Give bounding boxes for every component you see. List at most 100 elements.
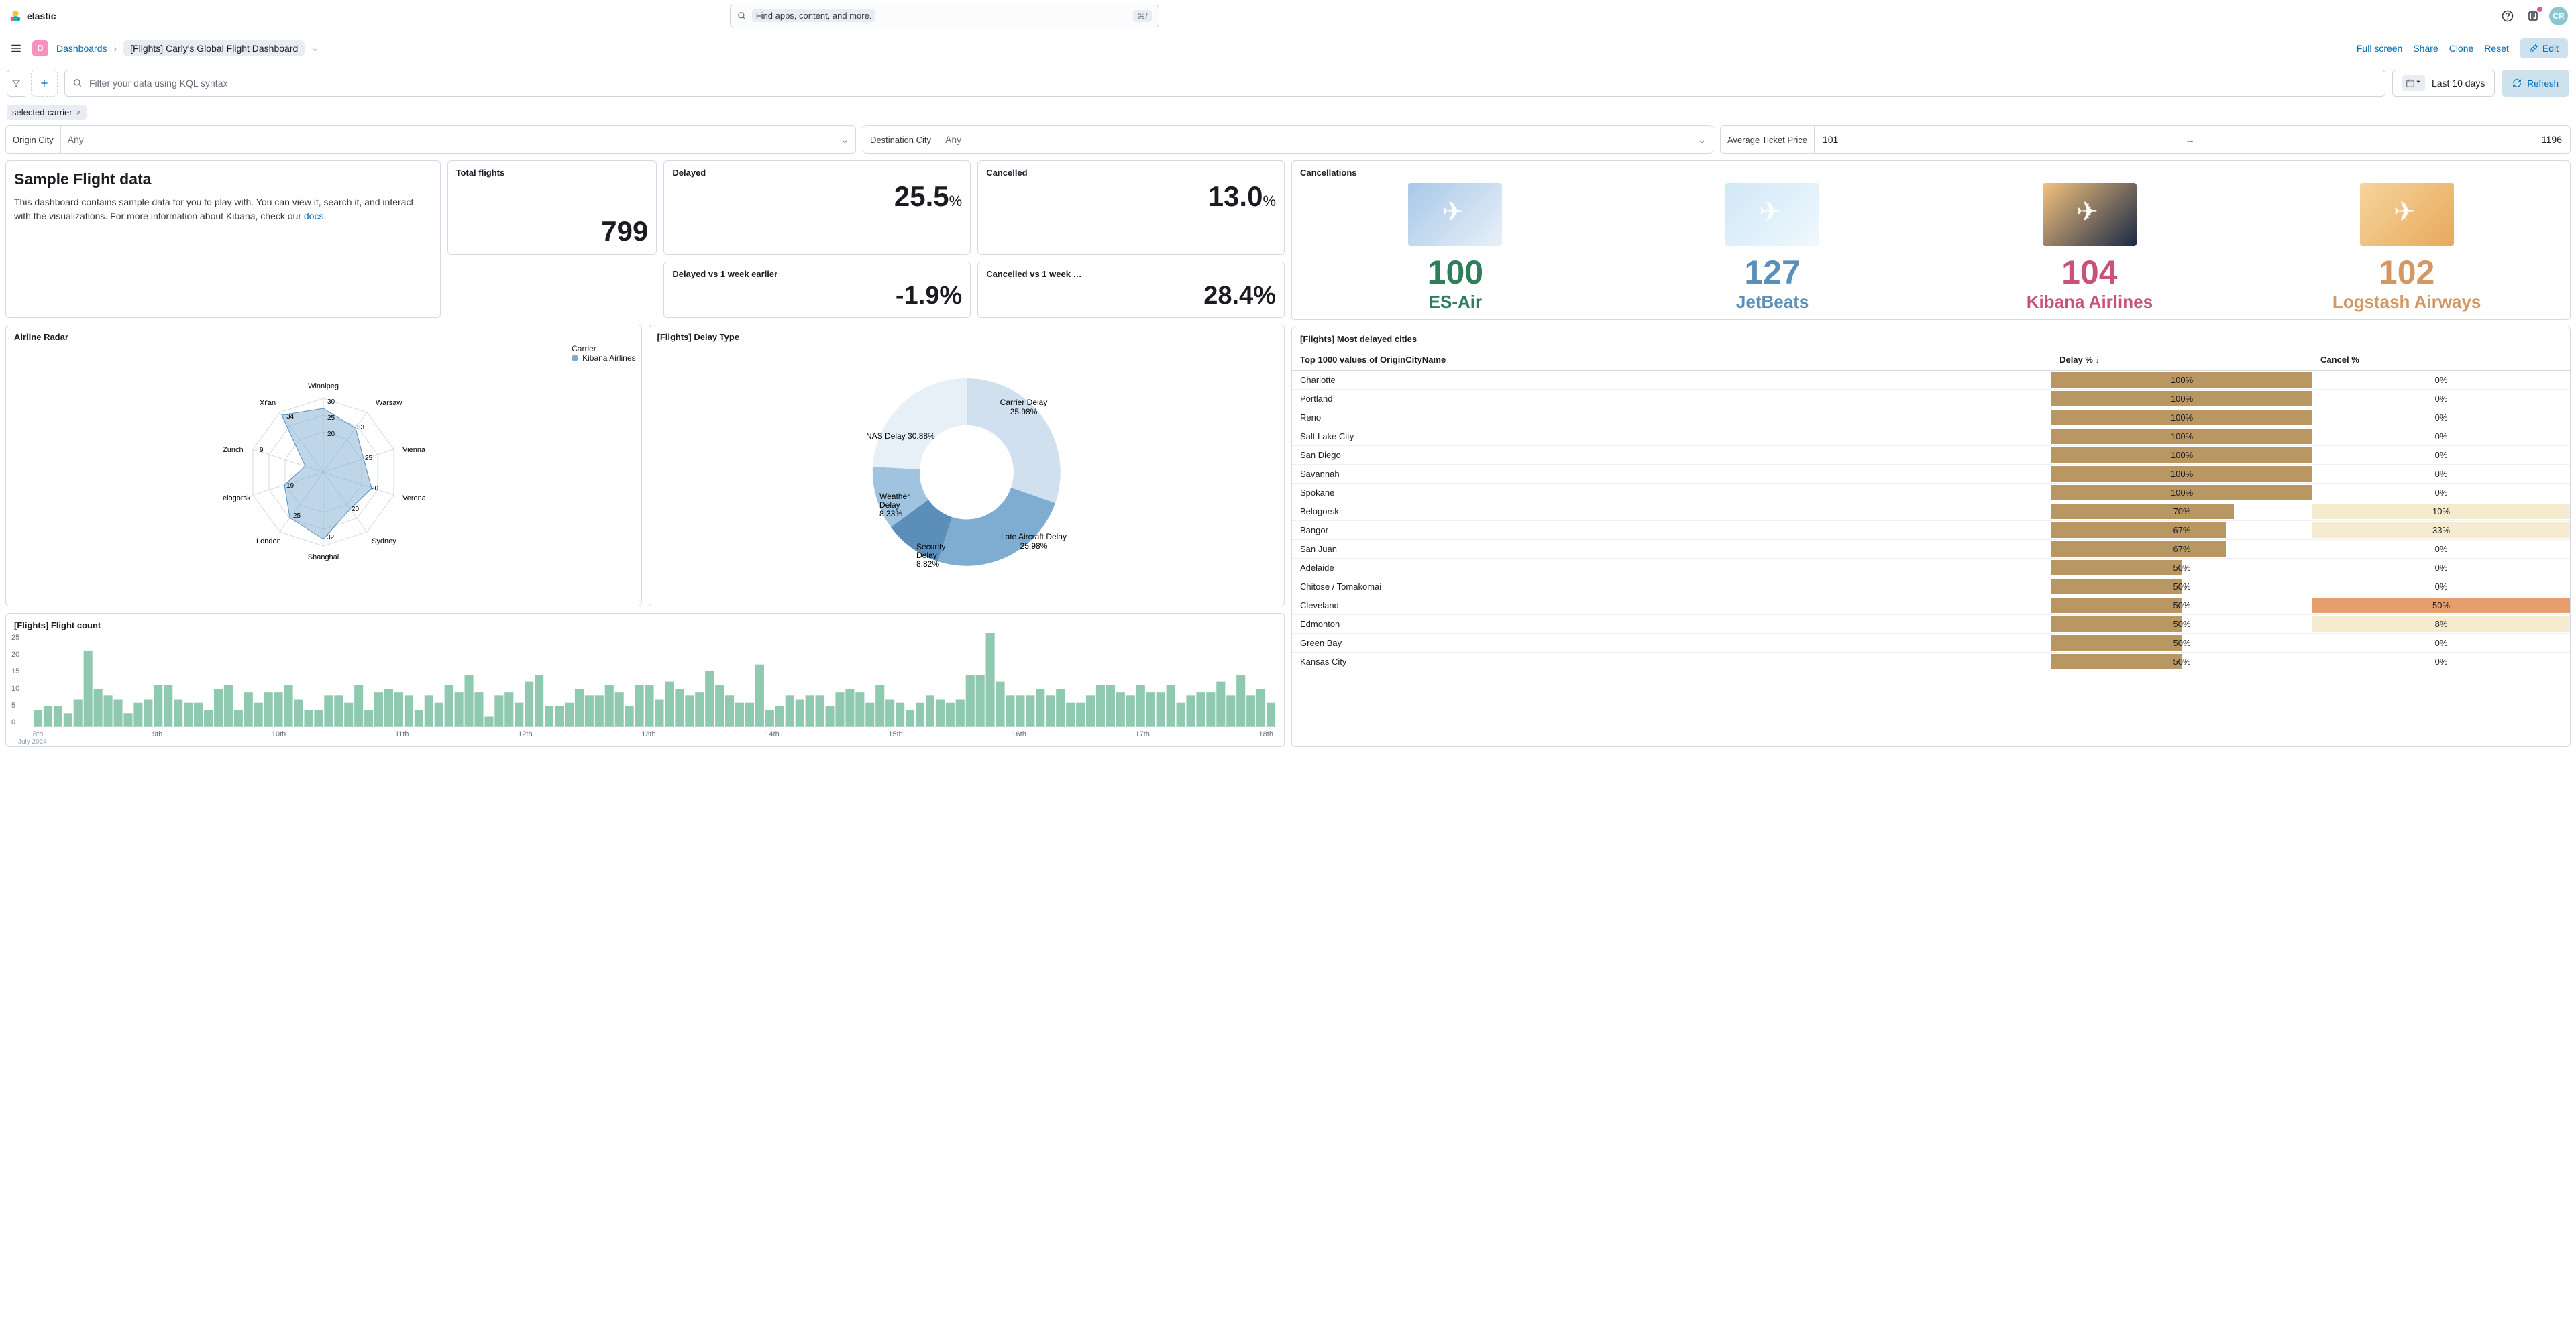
price-min: 101 — [1823, 134, 1838, 145]
delayed-value: 25.5% — [672, 180, 962, 213]
cancelled-vs-card: Cancelled vs 1 week … 28.4% — [977, 262, 1285, 318]
charts-row: Airline Radar Carrier Kibana Airlines Wi — [5, 325, 1285, 606]
cancel-item[interactable]: 100 ES-Air — [1300, 183, 1611, 313]
table-row[interactable]: Edmonton 50% 8% — [1292, 615, 2570, 634]
table-row[interactable]: Spokane 100% 0% — [1292, 484, 2570, 502]
close-icon[interactable]: × — [76, 107, 82, 117]
svg-text:Delay: Delay — [879, 500, 900, 510]
sample-title: Sample Flight data — [14, 170, 432, 188]
app-badge[interactable]: D — [32, 40, 48, 56]
table-row[interactable]: San Juan 67% 0% — [1292, 540, 2570, 559]
delayed-vs-card: Delayed vs 1 week earlier -1.9% — [663, 262, 971, 318]
svg-text:32: 32 — [327, 534, 335, 541]
cancel-count: 104 — [1935, 253, 2245, 292]
right-column: Cancellations 100 ES-Air 127 JetBeats 10… — [1291, 160, 2571, 747]
elastic-logo-icon — [8, 9, 23, 23]
svg-text:20: 20 — [352, 506, 360, 513]
carrier-image — [2043, 183, 2137, 246]
delayed-cities-card: [Flights] Most delayed cities Top 1000 v… — [1291, 327, 2571, 747]
breadcrumb-dashboards[interactable]: Dashboards — [56, 43, 107, 54]
city-cell: Green Bay — [1292, 634, 2051, 653]
calendar-icon — [2402, 75, 2425, 91]
kql-input[interactable]: Filter your data using KQL syntax — [64, 70, 2385, 97]
svg-text:Xi'an: Xi'an — [260, 399, 276, 407]
cancel-cell: 10% — [2312, 502, 2570, 521]
delay-cell: 67% — [2051, 540, 2312, 559]
clone-button[interactable]: Clone — [2449, 43, 2474, 54]
table-row[interactable]: Kansas City 50% 0% — [1292, 653, 2570, 671]
svg-text:25: 25 — [365, 455, 373, 462]
svg-text:London: London — [256, 537, 281, 545]
svg-text:Winnipeg: Winnipeg — [308, 382, 339, 390]
city-cell: Adelaide — [1292, 559, 2051, 577]
table-row[interactable]: Charlotte 100% 0% — [1292, 371, 2570, 390]
city-cell: Charlotte — [1292, 371, 2051, 390]
cancel-item[interactable]: 102 Logstash Airways — [2251, 183, 2562, 313]
cancel-item[interactable]: 104 Kibana Airlines — [1935, 183, 2245, 313]
origin-city-control[interactable]: Origin City Any⌄ — [5, 125, 856, 154]
col-city[interactable]: Top 1000 values of OriginCityName — [1292, 349, 2051, 371]
nav-toggle-icon[interactable] — [8, 39, 24, 58]
sort-desc-icon: ↓ — [2096, 357, 2099, 365]
chevron-down-icon[interactable]: ⌄ — [311, 42, 319, 54]
price-max: 1196 — [2542, 134, 2562, 145]
reset-button[interactable]: Reset — [2484, 43, 2509, 54]
airline-radar-card: Airline Radar Carrier Kibana Airlines Wi — [5, 325, 642, 606]
cancellations-row: 100 ES-Air 127 JetBeats 104 Kibana Airli… — [1300, 183, 2562, 313]
svg-text:30: 30 — [327, 398, 335, 406]
full-screen-button[interactable]: Full screen — [2357, 43, 2402, 54]
table-row[interactable]: Portland 100% 0% — [1292, 390, 2570, 408]
help-icon[interactable] — [2498, 7, 2517, 25]
add-filter-button[interactable] — [31, 70, 58, 97]
svg-text:elogorsk: elogorsk — [223, 494, 251, 502]
filter-chip[interactable]: selected-carrier × — [7, 105, 87, 120]
docs-link[interactable]: docs — [304, 211, 324, 221]
svg-text:9: 9 — [260, 447, 264, 454]
table-row[interactable]: Adelaide 50% 0% — [1292, 559, 2570, 577]
carrier-image — [1725, 183, 1819, 246]
price-range-control[interactable]: Average Ticket Price 101 → 1196 — [1720, 125, 2571, 154]
refresh-icon — [2512, 78, 2522, 88]
kql-placeholder: Filter your data using KQL syntax — [89, 78, 227, 89]
table-row[interactable]: San Diego 100% 0% — [1292, 446, 2570, 465]
table-row[interactable]: Green Bay 50% 0% — [1292, 634, 2570, 653]
carrier-name: Kibana Airlines — [1935, 292, 2245, 313]
cancel-cell: 0% — [2312, 653, 2570, 671]
dest-value: Any — [945, 134, 961, 145]
table-row[interactable]: Reno 100% 0% — [1292, 408, 2570, 427]
cancel-count: 102 — [2251, 253, 2562, 292]
filter-toggle-icon[interactable] — [7, 70, 25, 97]
col-cancel[interactable]: Cancel % — [2312, 349, 2570, 371]
cancel-item[interactable]: 127 JetBeats — [1617, 183, 1928, 313]
avatar[interactable]: CR — [2549, 7, 2568, 25]
table-row[interactable]: Salt Lake City 100% 0% — [1292, 427, 2570, 446]
delay-cell: 100% — [2051, 371, 2312, 390]
table-row[interactable]: Cleveland 50% 50% — [1292, 596, 2570, 615]
destination-city-control[interactable]: Destination City Any⌄ — [863, 125, 1713, 154]
share-button[interactable]: Share — [2413, 43, 2438, 54]
newsfeed-icon[interactable] — [2524, 7, 2542, 25]
cancel-cell: 0% — [2312, 465, 2570, 484]
table-row[interactable]: Belogorsk 70% 10% — [1292, 502, 2570, 521]
date-picker[interactable]: Last 10 days — [2392, 70, 2495, 97]
origin-value: Any — [68, 134, 84, 145]
flight-count-chart[interactable] — [14, 633, 1276, 727]
col-delay[interactable]: Delay %↓ — [2051, 349, 2312, 371]
refresh-button[interactable]: Refresh — [2502, 70, 2569, 97]
pencil-icon — [2529, 44, 2538, 53]
table-row[interactable]: Bangor 67% 33% — [1292, 521, 2570, 540]
svg-text:8.82%: 8.82% — [916, 559, 939, 569]
brand-logo[interactable]: elastic — [8, 9, 56, 23]
table-row[interactable]: Chitose / Tomakomai 50% 0% — [1292, 577, 2570, 596]
cancel-cell: 0% — [2312, 371, 2570, 390]
svg-text:25: 25 — [327, 414, 335, 422]
city-cell: Savannah — [1292, 465, 2051, 484]
delay-type-chart[interactable]: Carrier Delay25.98% Late Aircraft Delay2… — [657, 345, 1277, 600]
sample-data-card: Sample Flight data This dashboard contai… — [5, 160, 441, 318]
table-row[interactable]: Savannah 100% 0% — [1292, 465, 2570, 484]
global-search[interactable]: Find apps, content, and more. ⌘/ — [730, 5, 1159, 27]
cancellations-title: Cancellations — [1300, 168, 2562, 178]
edit-button[interactable]: Edit — [2520, 38, 2568, 58]
radar-chart[interactable]: WinnipegWarsawViennaVeronaSydneyShanghai… — [14, 345, 633, 599]
cancel-cell: 0% — [2312, 559, 2570, 577]
